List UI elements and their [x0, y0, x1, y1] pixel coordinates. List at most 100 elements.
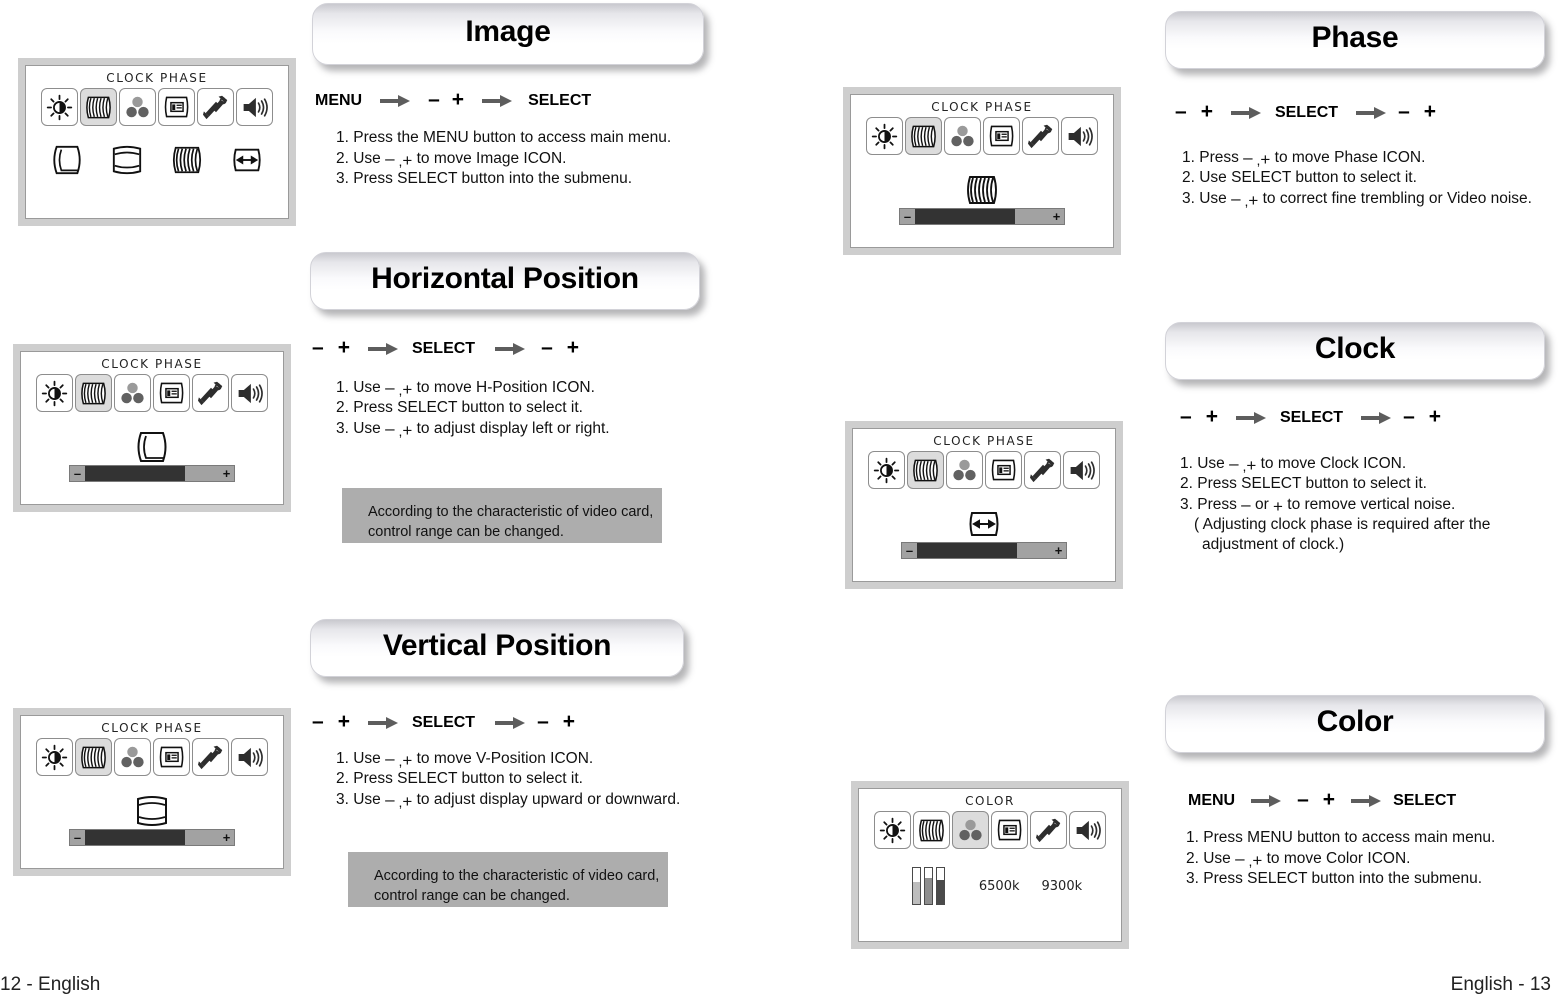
step-line: 3. Use – ,+ to adjust display left or ri… — [336, 418, 610, 440]
manual-page-spread: CLOCK PHASE Image MENU – + SELECT 1. Pre… — [0, 0, 1561, 998]
osd-tile-color[interactable] — [114, 374, 151, 412]
osd-menu-icon — [159, 382, 183, 404]
minus-plus-symbol: – ,+ — [385, 790, 413, 811]
osd-title: COLOR — [965, 794, 1015, 808]
osd-tile-volume[interactable] — [1061, 117, 1098, 155]
osd-tile-tools[interactable] — [192, 374, 229, 412]
osd-tile-tools[interactable] — [192, 738, 229, 776]
tools-icon — [197, 745, 222, 770]
osd-icon-row — [874, 811, 1106, 849]
bar-fill — [85, 466, 185, 481]
osd-tile-volume[interactable] — [231, 374, 268, 412]
osd-tile-brightness[interactable] — [41, 88, 78, 126]
osd-tile-osd-menu[interactable] — [991, 811, 1028, 849]
arrow-right-icon — [495, 716, 526, 729]
osd-tile-color[interactable] — [119, 88, 156, 126]
osd-tile-tools[interactable] — [1022, 117, 1059, 155]
bar-plus-label: + — [222, 830, 231, 845]
select-label: SELECT — [411, 339, 476, 357]
osd-tile-color[interactable] — [114, 738, 151, 776]
osd-tile-image[interactable] — [913, 811, 950, 849]
steps-clock: 1. Use – ,+ to move Clock ICON. 2. Press… — [1180, 453, 1490, 555]
step-line: 2. Use – ,+ to move Color ICON. — [1186, 848, 1495, 870]
osd-progress-bar[interactable]: – + — [901, 542, 1067, 559]
osd-menu-icon — [991, 459, 1015, 481]
arrow-right-icon — [380, 94, 411, 107]
steps-vertical-position: 1. Use – ,+ to move V-Position ICON. 2. … — [336, 748, 680, 811]
step-line: 3. Use – ,+ to adjust display upward or … — [336, 789, 680, 811]
step-text: to remove vertical noise. — [1282, 496, 1456, 513]
osd-progress-bar[interactable]: – + — [899, 208, 1065, 225]
osd-selected-submenu-icon — [134, 430, 170, 464]
osd-tile-color[interactable] — [944, 117, 981, 155]
osd-tile-osd-menu[interactable] — [983, 117, 1020, 155]
image-wave-icon — [911, 125, 936, 147]
v-position-icon[interactable] — [110, 144, 144, 176]
osd-tile-osd-menu[interactable] — [158, 88, 195, 126]
phase-icon[interactable] — [964, 173, 1000, 207]
osd-tile-brightness[interactable] — [36, 374, 73, 412]
step-line: ( Adjusting clock phase is required afte… — [1194, 516, 1491, 533]
osd-tile-brightness[interactable] — [866, 117, 903, 155]
osd-tile-volume[interactable] — [231, 738, 268, 776]
osd-tile-brightness[interactable] — [874, 811, 911, 849]
phase-icon[interactable] — [170, 144, 204, 176]
rgb-bar-green — [923, 867, 933, 905]
arrow-right-icon — [1351, 794, 1382, 807]
osd-tile-image[interactable] — [80, 88, 117, 126]
color-temp-6500k[interactable]: 6500k — [979, 879, 1020, 894]
minus-plus-symbol: – ,+ — [385, 749, 413, 770]
osd-panel-horizontal-position: CLOCK PHASE – + — [13, 344, 291, 512]
bar-fill — [915, 209, 1015, 224]
osd-tile-color[interactable] — [952, 811, 989, 849]
volume-icon — [1070, 460, 1095, 480]
arrow-right-icon — [1356, 106, 1387, 119]
osd-tile-osd-menu[interactable] — [153, 738, 190, 776]
v-position-icon[interactable] — [134, 794, 170, 828]
minus-symbol: – — [1241, 495, 1251, 514]
osd-tile-image[interactable] — [907, 451, 944, 489]
osd-tile-brightness[interactable] — [36, 738, 73, 776]
steprow-horizontal-position: – + SELECT – + — [312, 337, 579, 359]
bar-plus-label: + — [222, 466, 231, 481]
osd-tile-image[interactable] — [75, 374, 112, 412]
osd-tile-tools[interactable] — [1024, 451, 1061, 489]
step-text: to adjust display left or right. — [412, 420, 610, 437]
minus-label: – — [428, 88, 440, 111]
bar-fill — [917, 543, 1017, 558]
clock-icon[interactable] — [966, 507, 1002, 541]
banner-title: Phase — [1311, 21, 1399, 54]
osd-tile-osd-menu[interactable] — [985, 451, 1022, 489]
osd-tile-brightness[interactable] — [868, 451, 905, 489]
osd-tile-image[interactable] — [905, 117, 942, 155]
step-text: 3. Use — [336, 791, 386, 808]
steps-image: 1. Press the MENU button to access main … — [336, 128, 671, 189]
osd-tile-tools[interactable] — [1030, 811, 1067, 849]
osd-tile-image[interactable] — [75, 738, 112, 776]
osd-tile-volume[interactable] — [1069, 811, 1106, 849]
step-text: 1. Press — [1182, 149, 1244, 166]
osd-icon-row — [866, 117, 1098, 155]
plus-label: + — [451, 88, 465, 111]
arrow-right-icon — [495, 342, 526, 355]
h-position-icon[interactable] — [50, 144, 84, 176]
color-temp-9300k[interactable]: 9300k — [1042, 879, 1083, 894]
osd-panel-color: COLOR 6500k 9300k — [851, 781, 1129, 949]
osd-tile-volume[interactable] — [236, 88, 273, 126]
banner-title: Horizontal Position — [371, 262, 639, 295]
arrow-right-icon — [1361, 411, 1392, 424]
osd-tile-osd-menu[interactable] — [153, 374, 190, 412]
osd-tile-color[interactable] — [946, 451, 983, 489]
osd-tile-volume[interactable] — [1063, 451, 1100, 489]
osd-progress-bar[interactable]: – + — [69, 465, 235, 482]
osd-tile-tools[interactable] — [197, 88, 234, 126]
osd-progress-bar[interactable]: – + — [69, 829, 235, 846]
select-label: SELECT — [1274, 103, 1339, 121]
footer-right: English - 13 — [1450, 974, 1551, 995]
clock-icon[interactable] — [230, 144, 264, 176]
banner-phase: Phase — [1165, 11, 1545, 69]
osd-icon-row — [868, 451, 1100, 489]
color-temperature-row: 6500k 9300k — [898, 867, 1082, 905]
color-circles-icon — [121, 382, 144, 404]
h-position-icon[interactable] — [134, 430, 170, 464]
